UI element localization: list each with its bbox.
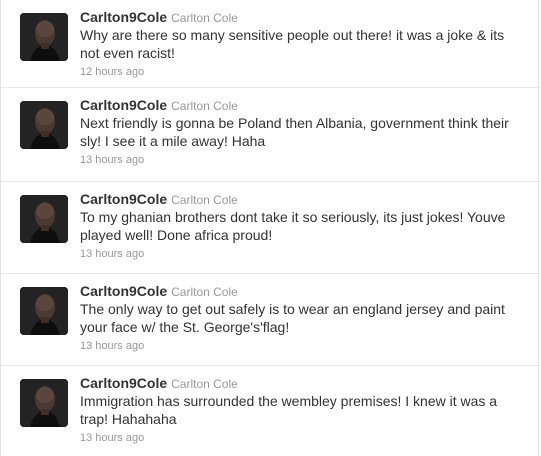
- full-name: Carlton Cole: [171, 285, 238, 299]
- timestamp-link[interactable]: 13 hours ago: [80, 153, 144, 167]
- avatar[interactable]: [20, 379, 68, 427]
- full-name: Carlton Cole: [171, 11, 238, 25]
- tweet-header: Carlton9Cole Carlton Cole: [80, 374, 525, 392]
- tweet-content: Carlton9Cole Carlton Cole To my ghanian b…: [80, 190, 525, 262]
- tweet-text: Immigration has surrounded the wembley p…: [80, 393, 498, 427]
- avatar-photo-icon: [20, 195, 68, 243]
- full-name: Carlton Cole: [171, 377, 238, 391]
- timestamp-link[interactable]: 13 hours ago: [80, 431, 144, 445]
- screen-name-link[interactable]: Carlton9Cole: [80, 191, 167, 207]
- full-name: Carlton Cole: [171, 193, 238, 207]
- screen-name-link[interactable]: Carlton9Cole: [80, 375, 167, 391]
- tweet-text: To my ghanian brothers dont take it so s…: [80, 209, 506, 243]
- avatar[interactable]: [20, 101, 68, 149]
- avatar-photo-icon: [20, 379, 68, 427]
- avatar[interactable]: [20, 287, 68, 335]
- avatar-photo-icon: [20, 287, 68, 335]
- screen-name-link[interactable]: Carlton9Cole: [80, 283, 167, 299]
- tweet-content: Carlton9Cole Carlton Cole Why are there s…: [80, 8, 525, 80]
- avatar-photo-icon: [20, 13, 68, 61]
- tweet-content: Carlton9Cole Carlton Cole Next friendly i…: [80, 96, 525, 168]
- timestamp-link[interactable]: 13 hours ago: [80, 247, 144, 261]
- tweet-header: Carlton9Cole Carlton Cole: [80, 8, 525, 26]
- tweet-item: Carlton9Cole Carlton Cole Why are there s…: [1, 0, 540, 88]
- tweet-item: Carlton9Cole Carlton Cole Next friendly i…: [1, 88, 540, 182]
- tweet-item: Carlton9Cole Carlton Cole Immigration has…: [1, 366, 540, 456]
- avatar[interactable]: [20, 13, 68, 61]
- tweet-text: The only way to get out safely is to wea…: [80, 301, 505, 335]
- timestamp-link[interactable]: 13 hours ago: [80, 339, 144, 353]
- avatar-photo-icon: [20, 101, 68, 149]
- avatar[interactable]: [20, 195, 68, 243]
- screen-name-link[interactable]: Carlton9Cole: [80, 97, 167, 113]
- tweet-content: Carlton9Cole Carlton Cole Immigration has…: [80, 374, 525, 446]
- full-name: Carlton Cole: [171, 99, 238, 113]
- tweet-content: Carlton9Cole Carlton Cole The only way to…: [80, 282, 525, 354]
- tweet-text: Why are there so many sensitive people o…: [80, 27, 505, 61]
- tweet-header: Carlton9Cole Carlton Cole: [80, 190, 525, 208]
- tweet-text: Next friendly is gonna be Poland then Al…: [80, 115, 509, 149]
- tweet-timeline: Carlton9Cole Carlton Cole Why are there s…: [0, 0, 540, 456]
- tweet-item: Carlton9Cole Carlton Cole To my ghanian b…: [1, 182, 540, 274]
- timestamp-link[interactable]: 12 hours ago: [80, 65, 144, 79]
- screen-name-link[interactable]: Carlton9Cole: [80, 9, 167, 25]
- tweet-item: Carlton9Cole Carlton Cole The only way to…: [1, 274, 540, 366]
- tweet-header: Carlton9Cole Carlton Cole: [80, 96, 525, 114]
- tweet-header: Carlton9Cole Carlton Cole: [80, 282, 525, 300]
